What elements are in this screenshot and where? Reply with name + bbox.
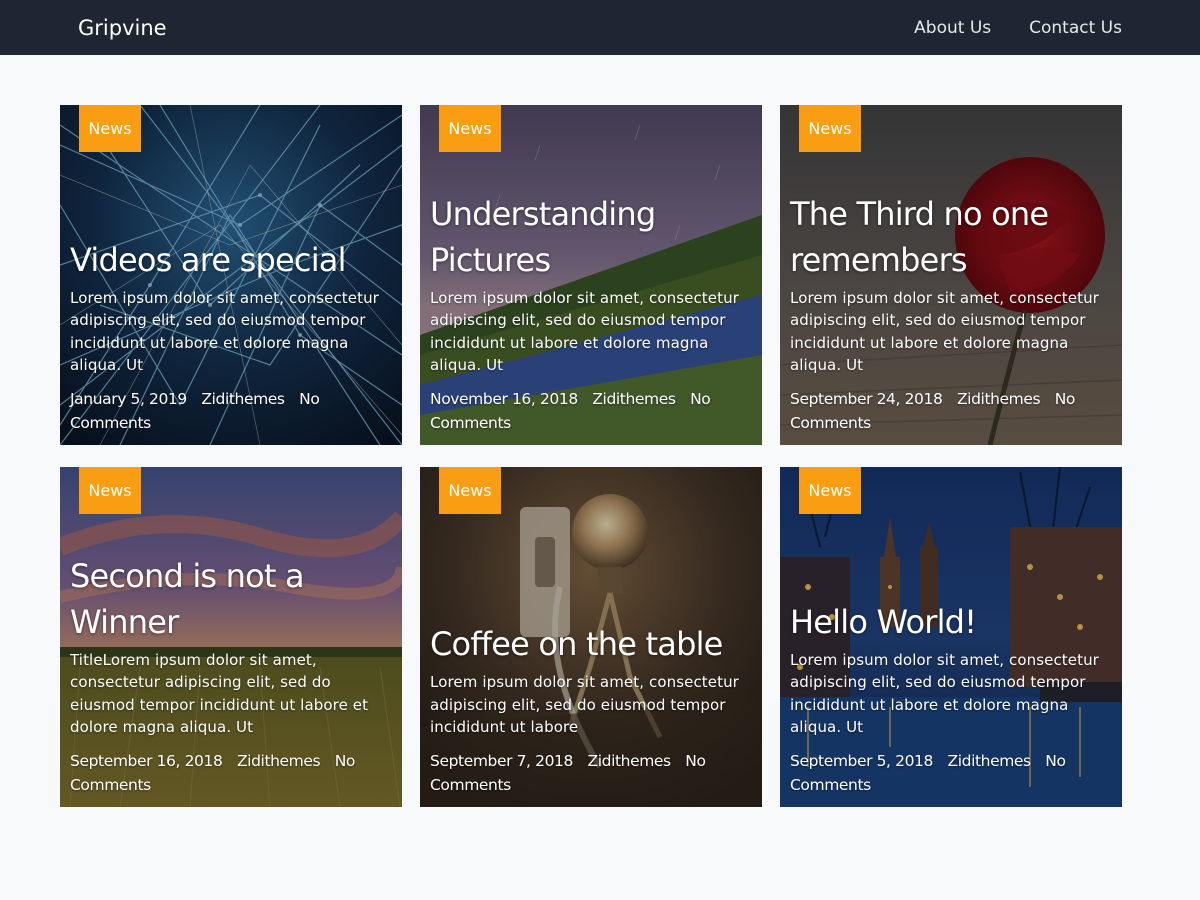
post-excerpt: Lorem ipsum dolor sit amet, consectetur … bbox=[790, 288, 1099, 375]
post-author[interactable]: Zidithemes bbox=[592, 390, 676, 408]
primary-nav: About Us Contact Us bbox=[914, 18, 1140, 38]
post-title[interactable]: Second is not a Winner bbox=[70, 553, 392, 645]
post-author[interactable]: Zidithemes bbox=[588, 752, 672, 770]
post-date[interactable]: September 5, 2018 bbox=[790, 752, 933, 770]
post-card-second-is-not-a-winner[interactable]: News Second is not a Winner TitleLorem i… bbox=[60, 467, 402, 807]
post-title[interactable]: The Third no one remembers bbox=[790, 191, 1112, 283]
post-card-the-third-no-one-remembers[interactable]: News The Third no one remembers Lorem ip… bbox=[780, 105, 1122, 445]
post-date[interactable]: September 24, 2018 bbox=[790, 390, 943, 408]
post-card-content: Understanding Pictures Lorem ipsum dolor… bbox=[430, 191, 752, 435]
category-badge[interactable]: News bbox=[79, 467, 141, 514]
post-title[interactable]: Coffee on the table bbox=[430, 621, 752, 667]
post-meta: November 16, 2018 Zidithemes No Comments bbox=[430, 387, 752, 435]
post-author[interactable]: Zidithemes bbox=[957, 390, 1041, 408]
post-title[interactable]: Hello World! bbox=[790, 599, 1112, 645]
post-grid: News Videos are special Lorem ipsum dolo… bbox=[60, 105, 1142, 807]
post-card-content: The Third no one remembers Lorem ipsum d… bbox=[790, 191, 1112, 435]
site-brand-link[interactable]: Gripvine bbox=[78, 16, 167, 40]
post-card-hello-world[interactable]: News Hello World! Lorem ipsum dolor sit … bbox=[780, 467, 1122, 807]
post-card-content: Videos are special Lorem ipsum dolor sit… bbox=[70, 237, 392, 435]
post-meta: September 24, 2018 Zidithemes No Comment… bbox=[790, 387, 1112, 435]
post-meta: September 5, 2018 Zidithemes No Comments bbox=[790, 749, 1112, 797]
post-card-content: Second is not a Winner TitleLorem ipsum … bbox=[70, 553, 392, 797]
post-meta: September 7, 2018 Zidithemes No Comments bbox=[430, 749, 752, 797]
post-card-understanding-pictures[interactable]: News Understanding Pictures Lorem ipsum … bbox=[420, 105, 762, 445]
post-date[interactable]: September 16, 2018 bbox=[70, 752, 223, 770]
post-meta: September 16, 2018 Zidithemes No Comment… bbox=[70, 749, 392, 797]
post-meta: January 5, 2019 Zidithemes No Comments bbox=[70, 387, 392, 435]
post-author[interactable]: Zidithemes bbox=[948, 752, 1032, 770]
nav-link-about-us[interactable]: About Us bbox=[914, 18, 991, 38]
post-excerpt: Lorem ipsum dolor sit amet, consectetur … bbox=[790, 650, 1099, 737]
post-date[interactable]: September 7, 2018 bbox=[430, 752, 573, 770]
category-badge[interactable]: News bbox=[439, 105, 501, 152]
post-author[interactable]: Zidithemes bbox=[201, 390, 285, 408]
post-card-coffee-on-the-table[interactable]: News Coffee on the table Lorem ipsum dol… bbox=[420, 467, 762, 807]
post-card-content: Coffee on the table Lorem ipsum dolor si… bbox=[430, 621, 752, 797]
post-author[interactable]: Zidithemes bbox=[237, 752, 321, 770]
post-excerpt: Lorem ipsum dolor sit amet, consectetur … bbox=[430, 288, 739, 375]
post-date[interactable]: November 16, 2018 bbox=[430, 390, 578, 408]
category-badge[interactable]: News bbox=[439, 467, 501, 514]
post-excerpt: TitleLorem ipsum dolor sit amet, consect… bbox=[70, 650, 369, 737]
post-date[interactable]: January 5, 2019 bbox=[70, 390, 187, 408]
category-badge[interactable]: News bbox=[79, 105, 141, 152]
post-excerpt: Lorem ipsum dolor sit amet, consectetur … bbox=[70, 288, 379, 375]
post-card-videos-are-special[interactable]: News Videos are special Lorem ipsum dolo… bbox=[60, 105, 402, 445]
post-excerpt: Lorem ipsum dolor sit amet, consectetur … bbox=[430, 673, 739, 737]
category-badge[interactable]: News bbox=[799, 467, 861, 514]
nav-link-contact-us[interactable]: Contact Us bbox=[1029, 18, 1122, 38]
post-title[interactable]: Videos are special bbox=[70, 237, 392, 283]
post-title[interactable]: Understanding Pictures bbox=[430, 191, 752, 283]
category-badge[interactable]: News bbox=[799, 105, 861, 152]
top-navbar: Gripvine About Us Contact Us bbox=[0, 0, 1200, 55]
post-card-content: Hello World! Lorem ipsum dolor sit amet,… bbox=[790, 599, 1112, 797]
